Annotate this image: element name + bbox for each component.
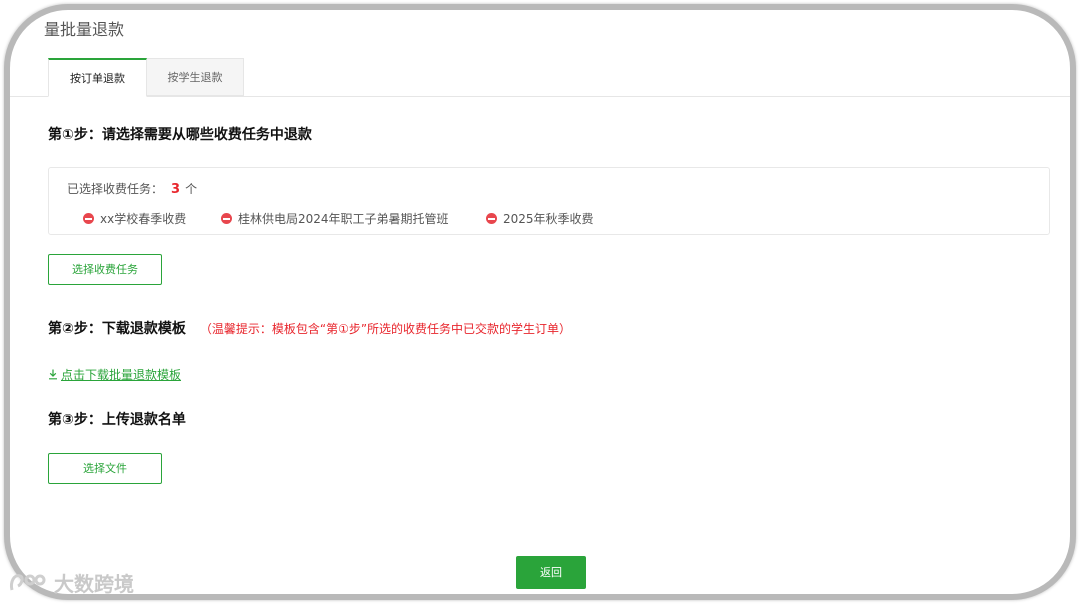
page-title: 量批量退款 bbox=[44, 20, 125, 39]
download-template-link[interactable]: 点击下载批量退款模板 bbox=[48, 366, 181, 383]
count-unit: 个 bbox=[185, 182, 198, 196]
watermark-text: 大数跨境 bbox=[54, 572, 134, 596]
watermark: 大数跨境 bbox=[8, 568, 134, 597]
tab-by-student[interactable]: 按学生退款 bbox=[147, 58, 244, 96]
task-name: 桂林供电局2024年职工子弟暑期托管班 bbox=[238, 212, 449, 226]
step2-title: 第②步：下载退款模板 （温馨提示：模板包含“第①步”所选的收费任务中已交款的学生订… bbox=[48, 318, 571, 338]
task-name: xx学校春季收费 bbox=[100, 212, 187, 226]
selected-count: 3 bbox=[171, 182, 181, 197]
remove-circle-icon[interactable] bbox=[83, 213, 94, 224]
step1-title: 第①步：请选择需要从哪些收费任务中退款 bbox=[48, 127, 312, 143]
choose-file-button[interactable]: 选择文件 bbox=[48, 453, 162, 484]
template-hint: （温馨提示：模板包含“第①步”所选的收费任务中已交款的学生订单） bbox=[199, 322, 572, 336]
tab-bar: 按订单退款 按学生退款 bbox=[10, 50, 1070, 97]
download-link-label: 点击下载批量退款模板 bbox=[61, 368, 182, 382]
step3-title: 第③步：上传退款名单 bbox=[48, 412, 186, 428]
download-icon bbox=[49, 369, 57, 380]
remove-circle-icon[interactable] bbox=[221, 213, 232, 224]
task-name: 2025年秋季收费 bbox=[503, 212, 594, 226]
watermark-logo-icon bbox=[10, 573, 46, 590]
selected-summary: 已选择收费任务： 3 个 bbox=[67, 180, 197, 197]
select-tasks-button[interactable]: 选择收费任务 bbox=[48, 254, 162, 285]
tab-by-order[interactable]: 按订单退款 bbox=[48, 58, 147, 97]
task-tag: 桂林供电局2024年职工子弟暑期托管班 bbox=[221, 210, 449, 227]
back-button[interactable]: 返回 bbox=[516, 556, 586, 589]
selected-label: 已选择收费任务： bbox=[67, 182, 164, 196]
selected-tasks-panel: 已选择收费任务： 3 个 xx学校春季收费 桂林供电局2024年职工子弟暑期托管班 … bbox=[48, 167, 1050, 235]
step2-title-text: 第②步：下载退款模板 bbox=[48, 321, 186, 337]
app-window: 量批量退款 按订单退款 按学生退款 第①步：请选择需要从哪些收费任务中退款 已选… bbox=[4, 4, 1076, 600]
remove-circle-icon[interactable] bbox=[486, 213, 497, 224]
task-tag: xx学校春季收费 bbox=[83, 210, 186, 227]
task-tag: 2025年秋季收费 bbox=[486, 210, 594, 227]
